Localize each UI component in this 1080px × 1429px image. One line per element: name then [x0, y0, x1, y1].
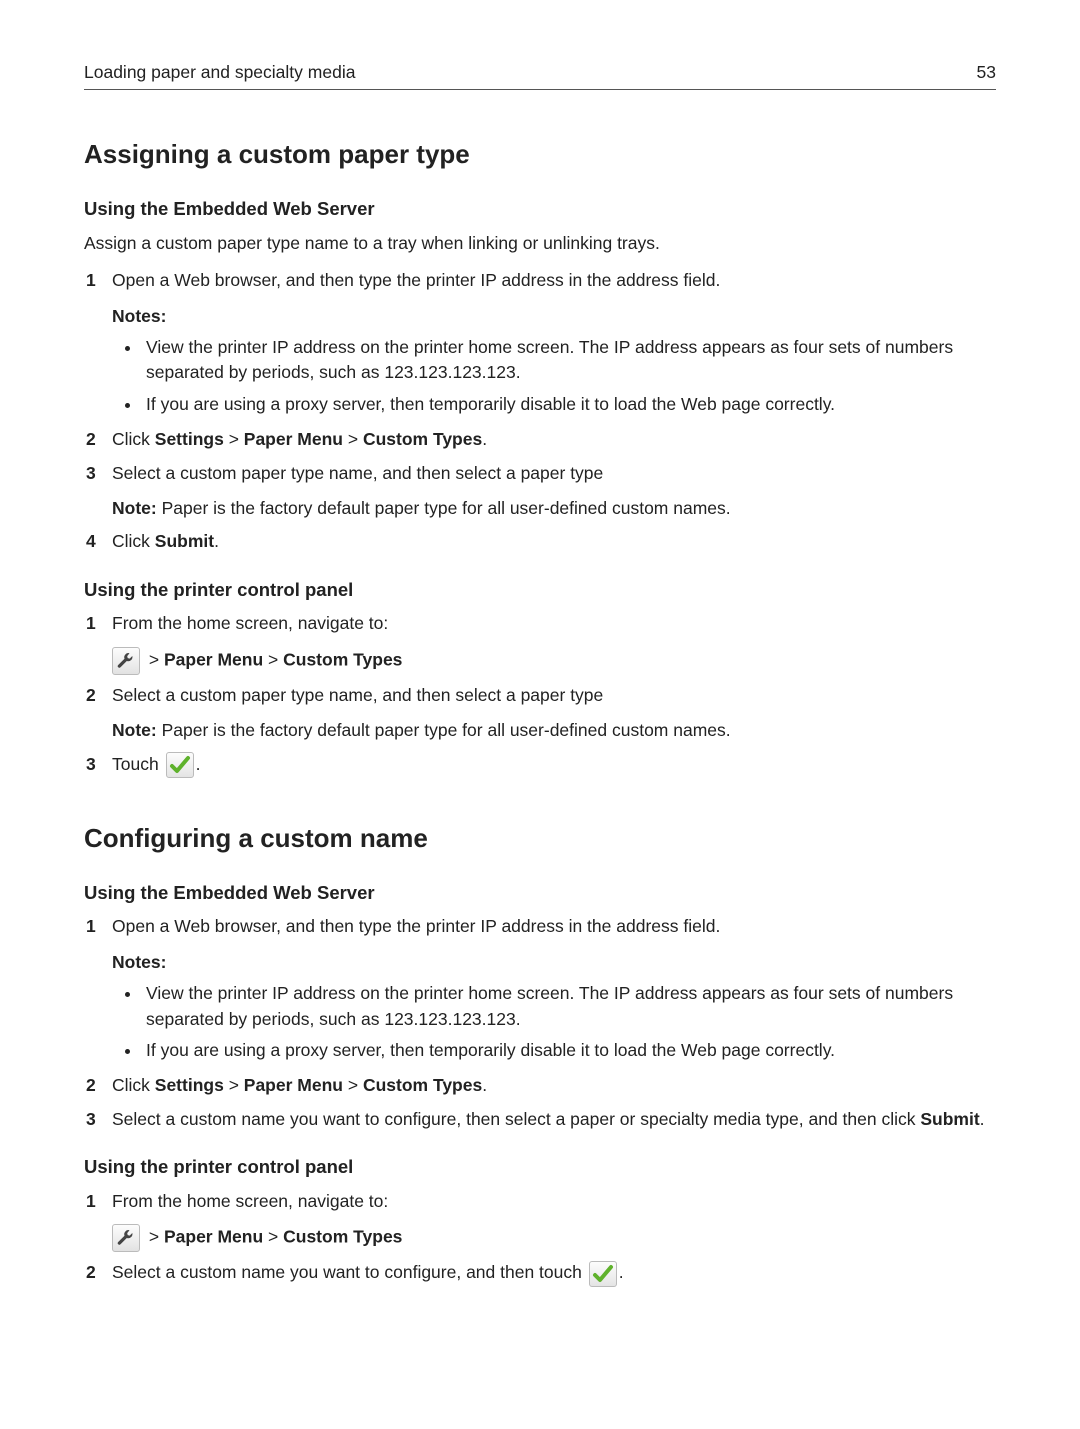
step-4: 4 Click Submit. [84, 529, 996, 554]
page-number: 53 [977, 60, 996, 85]
step-note: Note: Paper is the factory default paper… [112, 496, 996, 521]
subheading-web-2: Using the Embedded Web Server [84, 880, 996, 907]
page-header: Loading paper and specialty media 53 [84, 60, 996, 90]
wrench-icon [112, 1224, 140, 1252]
step-1: 1 Open a Web browser, and then type the … [84, 268, 996, 417]
subheading-panel-1: Using the printer control panel [84, 577, 996, 604]
step-text: Open a Web browser, and then type the pr… [112, 270, 720, 290]
subheading-web-1: Using the Embedded Web Server [84, 196, 996, 223]
notes-label: Notes: [112, 950, 996, 975]
note-item: If you are using a proxy server, then te… [142, 392, 996, 417]
note-item: If you are using a proxy server, then te… [142, 1038, 996, 1063]
notes-list: View the printer IP address on the print… [112, 981, 996, 1063]
steps-panel-1: 1 From the home screen, navigate to: > P… [84, 611, 996, 778]
nav-path-row: > Paper Menu > Custom Types [112, 1224, 996, 1252]
steps-web-2: 1 Open a Web browser, and then type the … [84, 914, 996, 1132]
step-text: Click Settings > Paper Menu > Custom Typ… [112, 1075, 487, 1095]
step-2: 2 Select a custom name you want to confi… [84, 1260, 996, 1286]
step-2: 2 Click Settings > Paper Menu > Custom T… [84, 1073, 996, 1098]
steps-panel-2: 1 From the home screen, navigate to: > P… [84, 1189, 996, 1287]
notes-list: View the printer IP address on the print… [112, 335, 996, 417]
step-1: 1 Open a Web browser, and then type the … [84, 914, 996, 1063]
step-text: From the home screen, navigate to: [112, 613, 388, 633]
step-text: Select a custom name you want to configu… [112, 1262, 624, 1282]
heading-assigning: Assigning a custom paper type [84, 136, 996, 174]
nav-path-row: > Paper Menu > Custom Types [112, 647, 996, 675]
section-assigning: Assigning a custom paper type Using the … [84, 136, 996, 778]
intro-text: Assign a custom paper type name to a tra… [84, 231, 996, 256]
steps-web-1: 1 Open a Web browser, and then type the … [84, 268, 996, 554]
chapter-title: Loading paper and specialty media [84, 60, 355, 85]
step-2: 2 Select a custom paper type name, and t… [84, 683, 996, 744]
subheading-panel-2: Using the printer control panel [84, 1154, 996, 1181]
step-text: Click Settings > Paper Menu > Custom Typ… [112, 429, 487, 449]
step-2: 2 Click Settings > Paper Menu > Custom T… [84, 427, 996, 452]
step-text: Touch . [112, 754, 200, 774]
step-text: Select a custom paper type name, and the… [112, 685, 603, 705]
step-text: Select a custom paper type name, and the… [112, 463, 603, 483]
step-3: 3 Select a custom paper type name, and t… [84, 461, 996, 522]
step-text: From the home screen, navigate to: [112, 1191, 388, 1211]
heading-configuring: Configuring a custom name [84, 820, 996, 858]
step-text: Open a Web browser, and then type the pr… [112, 916, 720, 936]
notes-label: Notes: [112, 304, 996, 329]
step-3: 3 Touch . [84, 752, 996, 778]
note-item: View the printer IP address on the print… [142, 981, 996, 1032]
section-configuring: Configuring a custom name Using the Embe… [84, 820, 996, 1287]
check-icon [166, 752, 194, 778]
step-text: Click Submit. [112, 531, 219, 551]
step-note: Note: Paper is the factory default paper… [112, 718, 996, 743]
step-3: 3 Select a custom name you want to confi… [84, 1107, 996, 1132]
check-icon [589, 1261, 617, 1287]
step-1: 1 From the home screen, navigate to: > P… [84, 611, 996, 674]
note-item: View the printer IP address on the print… [142, 335, 996, 386]
step-text: Select a custom name you want to configu… [112, 1109, 985, 1129]
step-1: 1 From the home screen, navigate to: > P… [84, 1189, 996, 1252]
wrench-icon [112, 647, 140, 675]
